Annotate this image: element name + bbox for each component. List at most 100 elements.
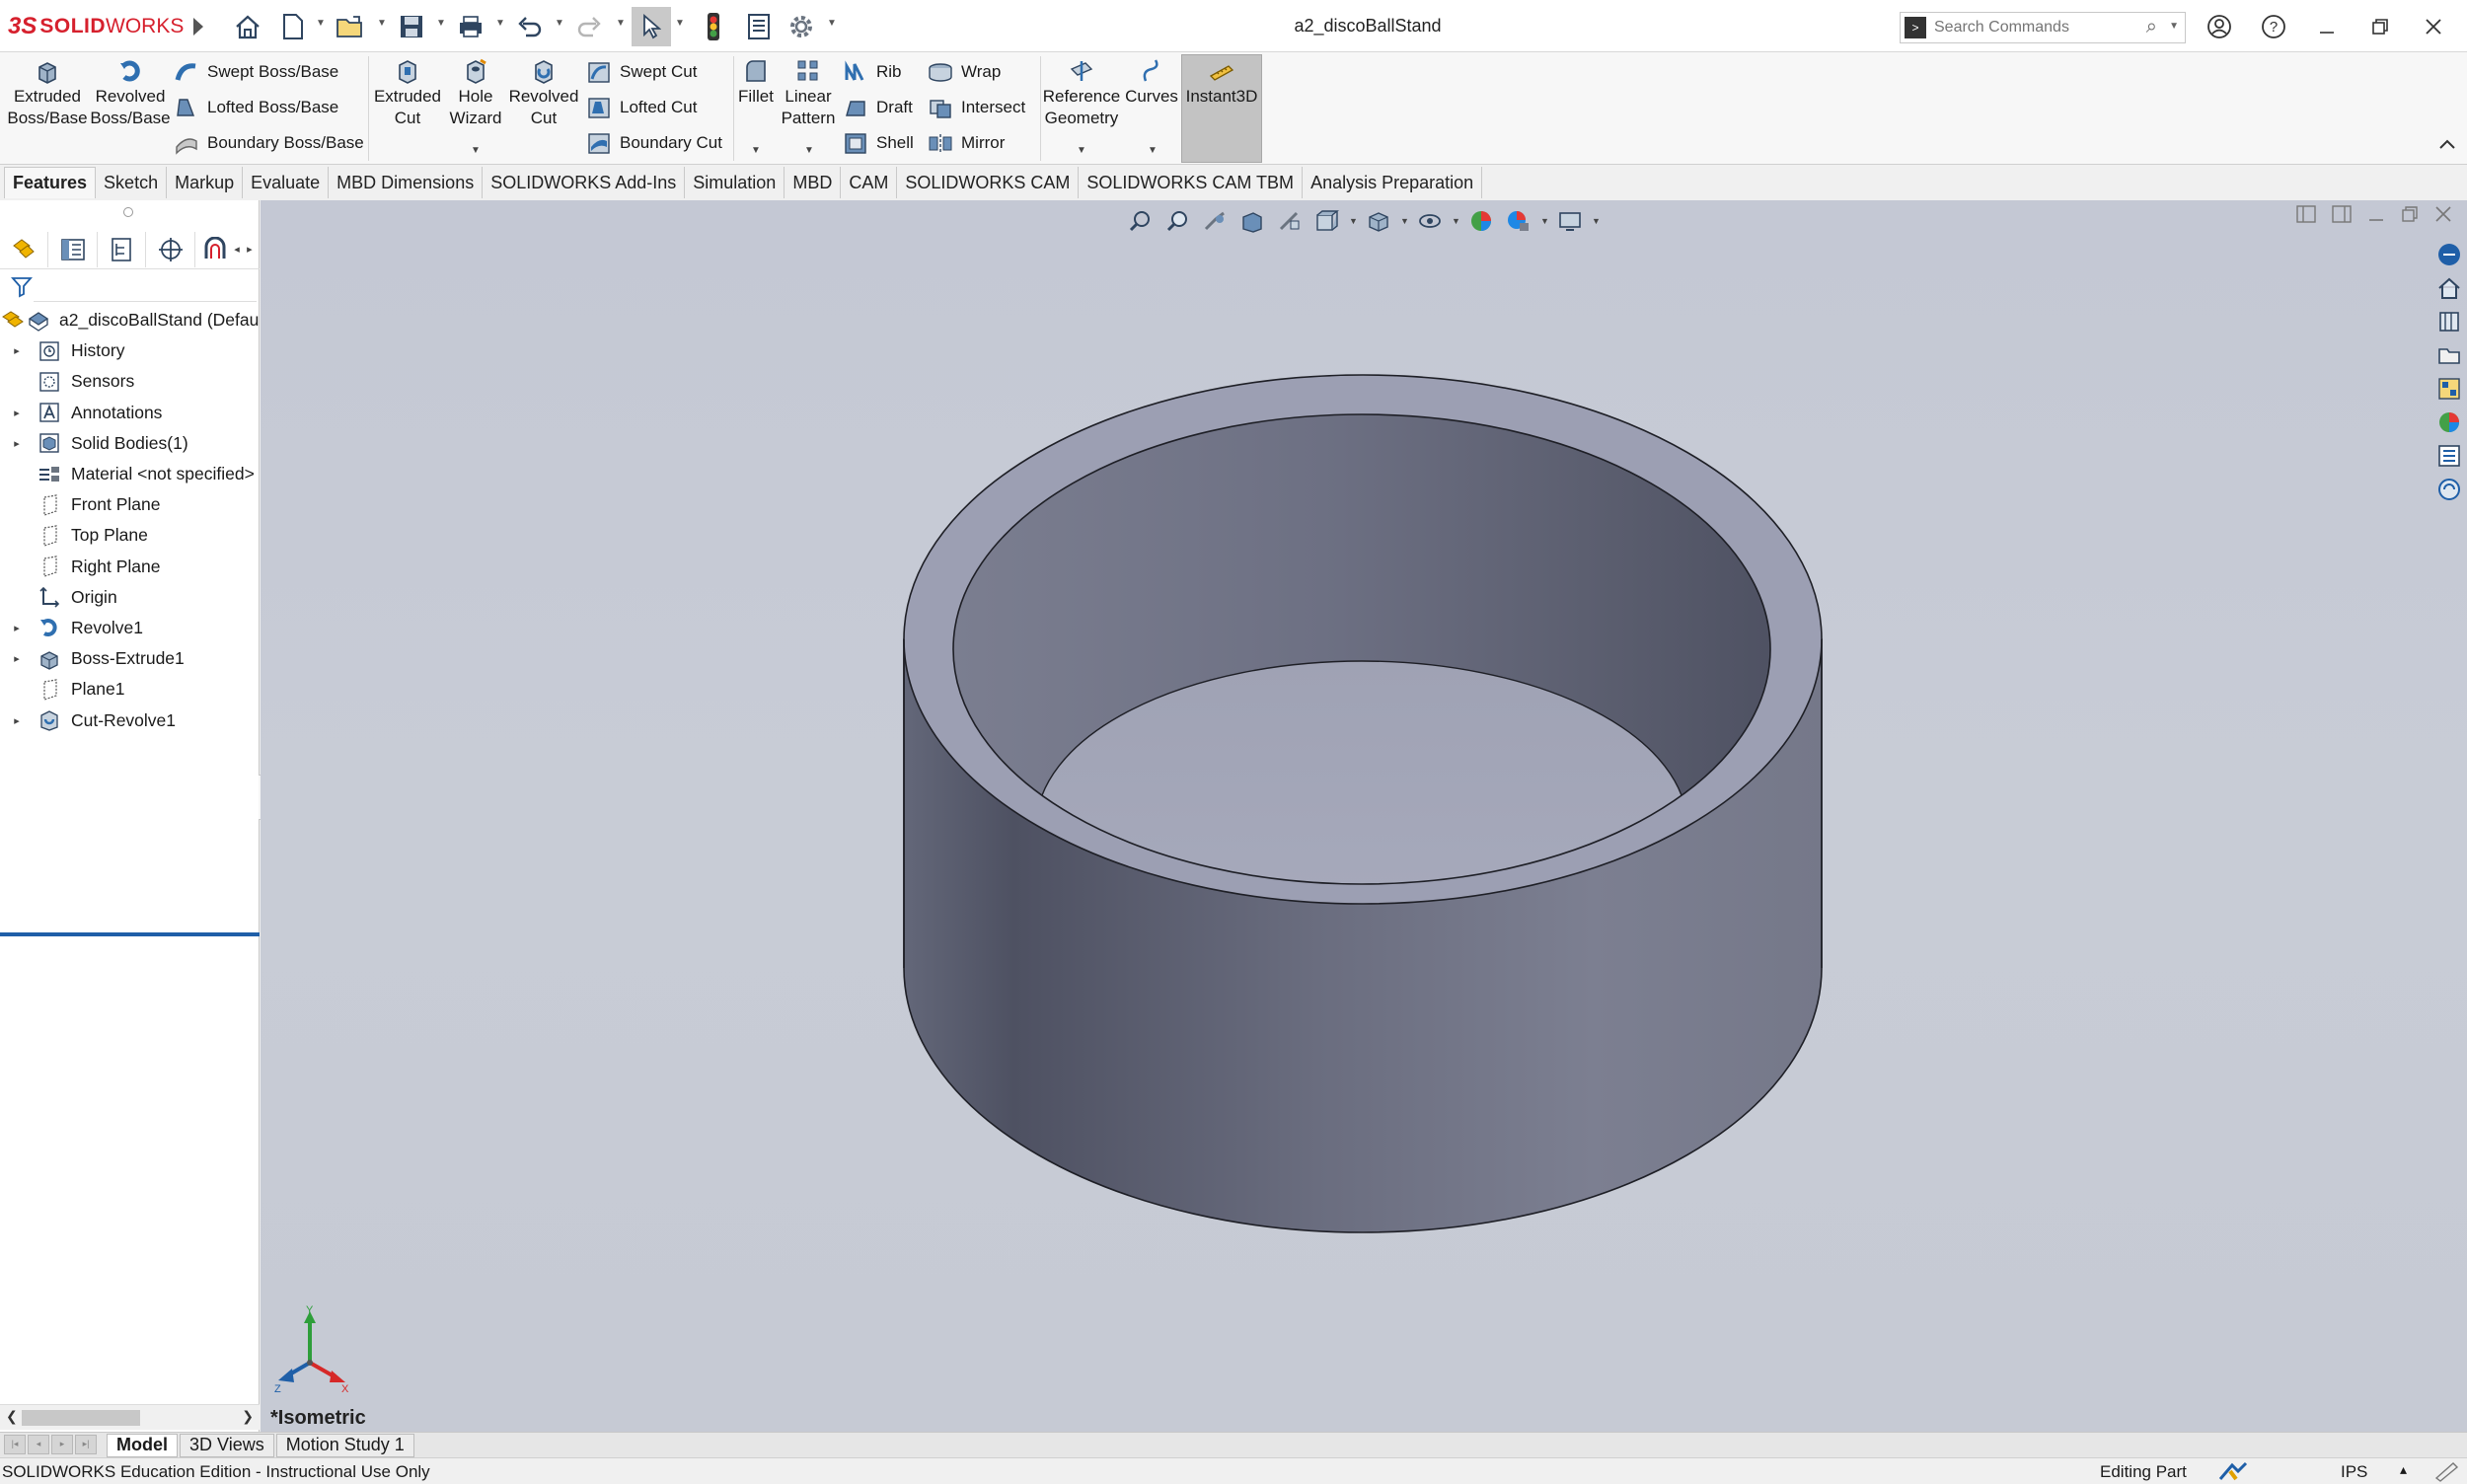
user-account-icon[interactable] — [2200, 10, 2239, 43]
expand-arrow-icon[interactable]: ▸ — [10, 652, 24, 665]
tree-item-solid-bodies-1[interactable]: ▸ Solid Bodies(1) — [0, 428, 260, 459]
tree-item-cut-revolve1[interactable]: ▸ Cut-Revolve1 — [0, 705, 260, 735]
tab-markup[interactable]: Markup — [167, 167, 244, 198]
print-icon[interactable] — [456, 12, 486, 41]
rebuild-icon[interactable] — [699, 12, 728, 41]
tree-item-right-plane[interactable]: Right Plane — [0, 552, 260, 582]
search-commands-box[interactable]: > ⌕ ▼ — [1900, 12, 2186, 43]
select-dropdown-icon[interactable]: ▼ — [675, 18, 685, 37]
tab-solidworks-add-ins[interactable]: SOLIDWORKS Add-Ins — [483, 167, 686, 198]
apply-scene-dropdown-icon[interactable]: ▼ — [1540, 216, 1549, 226]
panel-grip-handle[interactable] — [123, 207, 133, 217]
viewport-restore-icon[interactable] — [2400, 204, 2420, 230]
restore-window-icon[interactable] — [2360, 10, 2400, 43]
tree-item-sensors[interactable]: Sensors — [0, 366, 260, 397]
display-style-dropdown-icon[interactable]: ▼ — [1400, 216, 1409, 226]
select-pointer-icon[interactable] — [632, 7, 671, 46]
last-tab-icon[interactable]: ▸| — [75, 1434, 97, 1454]
next-tab-icon[interactable]: ▸ — [51, 1434, 73, 1454]
custom-properties-icon[interactable] — [2434, 441, 2464, 471]
tabs-scroll-right-icon[interactable]: ▸ — [247, 243, 260, 256]
unit-system-text[interactable]: IPS — [2341, 1462, 2367, 1482]
tree-item-plane1[interactable]: Plane1 — [0, 674, 260, 705]
viewport-close-icon[interactable] — [2433, 204, 2453, 230]
status-notification-icon[interactable] — [2433, 1460, 2459, 1484]
reference-geometry-dropdown-icon[interactable]: ▼ — [1077, 145, 1086, 156]
panel-horizontal-scrollbar[interactable]: ❮ ❯ — [0, 1404, 260, 1430]
bottom-tab-model[interactable]: Model — [107, 1433, 178, 1457]
linear-pattern-dropdown-icon[interactable]: ▼ — [804, 145, 814, 156]
search-input[interactable] — [1934, 19, 2131, 37]
rollback-bar[interactable] — [0, 932, 260, 936]
expand-arrow-icon[interactable]: ▸ — [10, 407, 24, 419]
model-cylinder-shell[interactable] — [261, 200, 2467, 1432]
rebuild-status-icon[interactable] — [2216, 1459, 2252, 1483]
solidworks-resources-icon[interactable] — [2434, 240, 2464, 269]
view-orientation-icon[interactable] — [1311, 206, 1343, 236]
swept-boss-base-button[interactable]: Swept Boss/Base — [172, 57, 338, 87]
section-view-icon[interactable] — [1236, 206, 1268, 236]
open-folder-icon[interactable] — [336, 12, 365, 41]
revolved-boss-base-button[interactable]: Revolved Boss/Base — [90, 56, 171, 129]
tab-evaluate[interactable]: Evaluate — [243, 167, 330, 198]
hole-wizard-dropdown-icon[interactable]: ▼ — [471, 145, 481, 156]
expand-arrow-icon[interactable]: ▸ — [10, 344, 24, 357]
redo-icon[interactable] — [574, 12, 604, 41]
tree-item-material-not-specified[interactable]: Material <not specified> — [0, 459, 260, 489]
property-manager-tab[interactable] — [48, 231, 98, 267]
search-dropdown-icon[interactable]: ▼ — [2169, 21, 2179, 32]
mirror-button[interactable]: Mirror — [926, 128, 1005, 158]
view-settings-dropdown-icon[interactable]: ▼ — [1592, 216, 1601, 226]
tree-item-boss-extrude1[interactable]: ▸ Boss-Extrude1 — [0, 643, 260, 674]
tab-mbd-dimensions[interactable]: MBD Dimensions — [329, 167, 484, 198]
task-pane-home-icon[interactable] — [2434, 273, 2464, 303]
tab-sketch[interactable]: Sketch — [96, 167, 168, 198]
swept-cut-button[interactable]: Swept Cut — [584, 57, 697, 87]
zoom-to-area-icon[interactable] — [1161, 206, 1193, 236]
first-tab-icon[interactable]: |◂ — [4, 1434, 26, 1454]
scroll-left-arrow-icon[interactable]: ❮ — [6, 1408, 18, 1425]
shell-button[interactable]: Shell — [841, 128, 914, 158]
extruded-boss-base-button[interactable]: Extruded Boss/Base — [7, 56, 88, 129]
hide-show-dropdown-icon[interactable]: ▼ — [1452, 216, 1460, 226]
view-orientation-dropdown-icon[interactable]: ▼ — [1349, 216, 1358, 226]
apply-scene-icon[interactable] — [1503, 206, 1534, 236]
viewport-minimize-icon[interactable] — [2366, 204, 2386, 230]
configuration-manager-tab[interactable] — [98, 231, 147, 267]
expand-arrow-icon[interactable]: ▸ — [10, 714, 24, 727]
new-dropdown-icon[interactable]: ▼ — [316, 18, 326, 37]
dimxpert-manager-tab[interactable] — [146, 231, 195, 267]
draft-button[interactable]: Draft — [841, 93, 913, 122]
tree-item-front-plane[interactable]: Front Plane — [0, 489, 260, 520]
fillet-dropdown-icon[interactable]: ▼ — [751, 145, 761, 156]
scroll-right-arrow-icon[interactable]: ❯ — [242, 1408, 254, 1425]
menu-expand-icon[interactable] — [184, 12, 213, 41]
filter-funnel-icon[interactable] — [10, 274, 34, 304]
tree-item-top-plane[interactable]: Top Plane — [0, 520, 260, 551]
view-settings-icon[interactable] — [1554, 206, 1586, 236]
previous-view-icon[interactable] — [1199, 206, 1231, 236]
tab-simulation[interactable]: Simulation — [685, 167, 785, 198]
options-dropdown-icon[interactable]: ▼ — [827, 18, 837, 37]
boundary-boss-base-button[interactable]: Boundary Boss/Base — [172, 128, 364, 158]
save-dropdown-icon[interactable]: ▼ — [436, 18, 446, 37]
rib-button[interactable]: Rib — [841, 57, 902, 87]
close-window-icon[interactable] — [2414, 10, 2453, 43]
tree-root-part[interactable]: a2_discoBallStand (Default<<Default>_Dis… — [0, 305, 260, 335]
edit-appearance-icon[interactable] — [1465, 206, 1497, 236]
boundary-cut-button[interactable]: Boundary Cut — [584, 128, 722, 158]
file-properties-icon[interactable] — [744, 12, 774, 41]
curves-dropdown-icon[interactable]: ▼ — [1148, 145, 1158, 156]
bottom-tab-3d-views[interactable]: 3D Views — [180, 1433, 274, 1457]
open-dropdown-icon[interactable]: ▼ — [377, 18, 387, 37]
undo-dropdown-icon[interactable]: ▼ — [555, 18, 564, 37]
reference-geometry-button[interactable]: Reference Geometry — [1042, 56, 1121, 129]
help-icon[interactable]: ? — [2254, 10, 2293, 43]
linear-pattern-button[interactable]: Linear Pattern — [781, 56, 836, 129]
units-dropdown-icon[interactable]: ▴ — [2400, 1461, 2407, 1478]
view-palette-icon[interactable] — [2434, 374, 2464, 404]
prev-tab-icon[interactable]: ◂ — [28, 1434, 49, 1454]
tab-cam[interactable]: CAM — [841, 167, 898, 198]
tab-solidworks-cam-tbm[interactable]: SOLIDWORKS CAM TBM — [1079, 167, 1304, 198]
fillet-button[interactable]: Fillet — [736, 56, 776, 108]
